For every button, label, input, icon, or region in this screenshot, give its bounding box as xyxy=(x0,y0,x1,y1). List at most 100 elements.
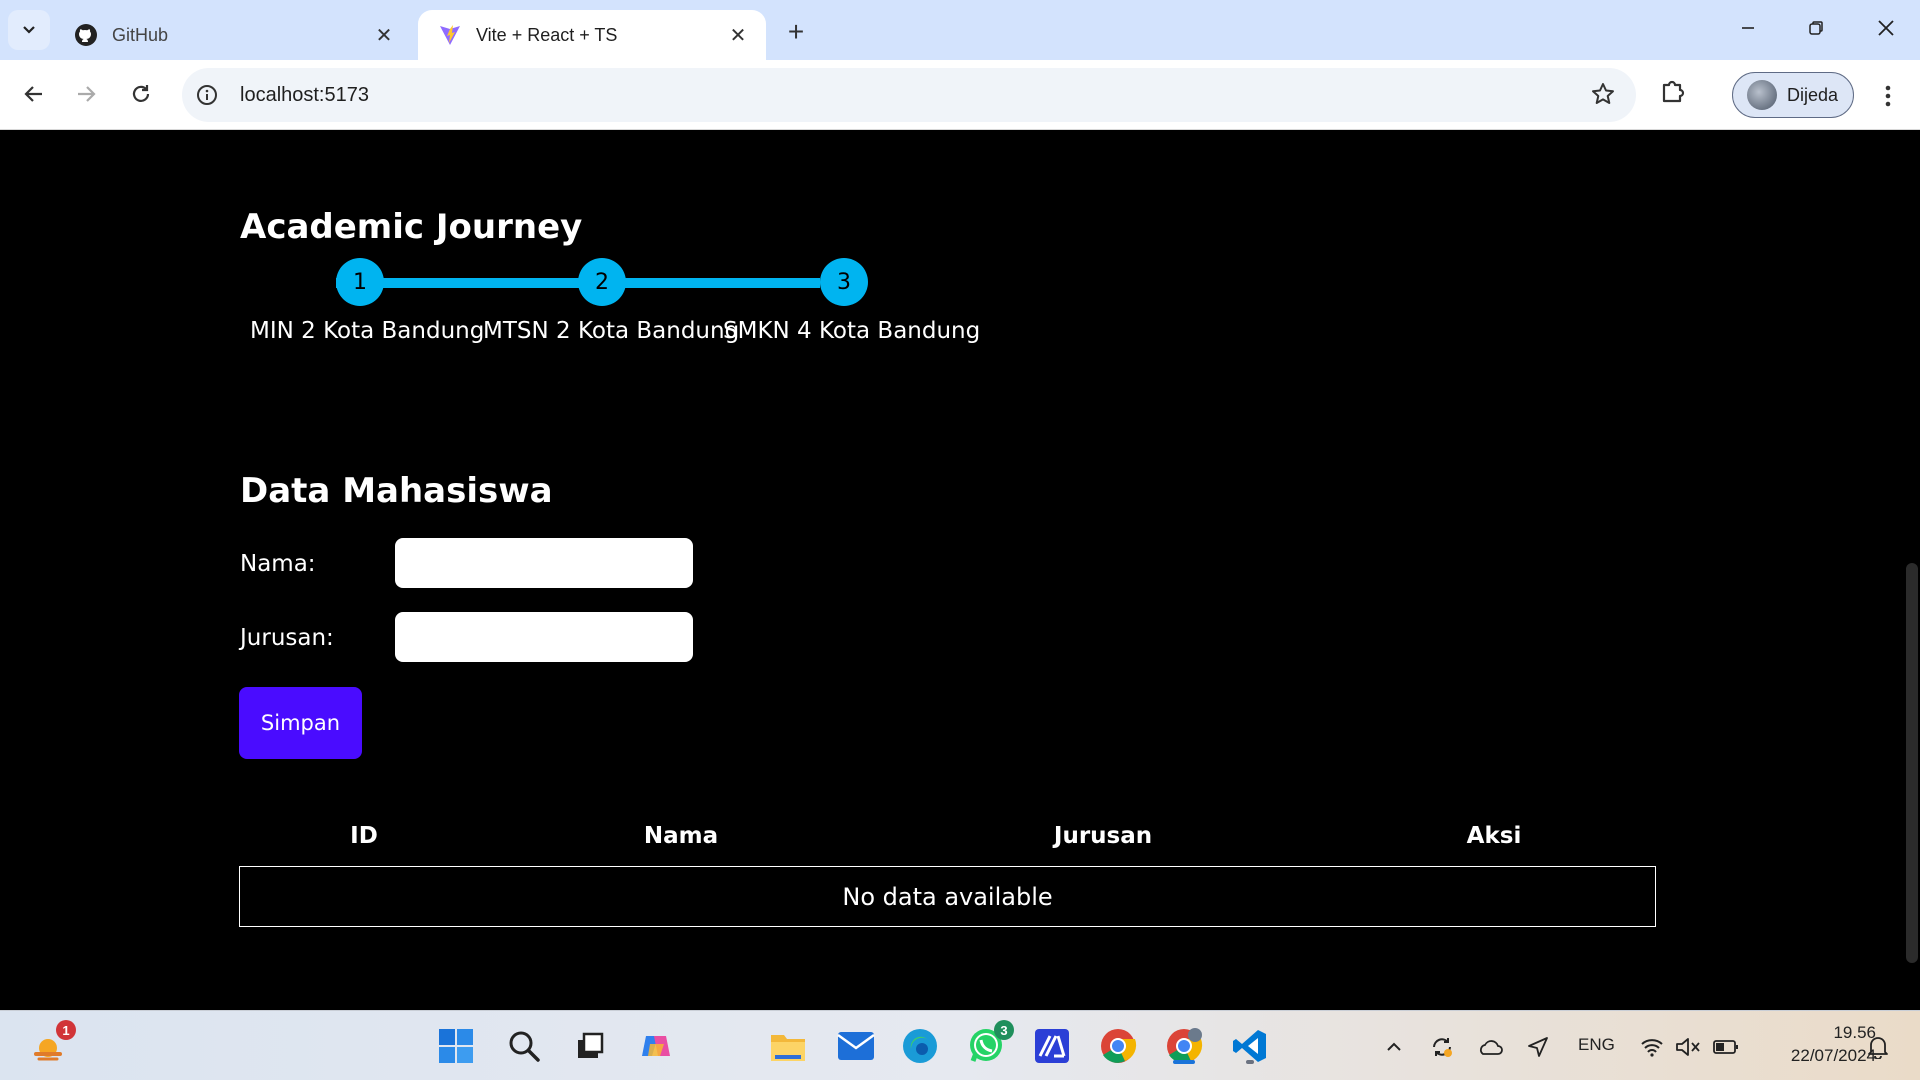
timeline-label-1: MIN 2 Kota Bandung xyxy=(250,318,485,344)
onedrive-tray-icon[interactable] xyxy=(1476,1033,1504,1061)
close-icon[interactable]: ✕ xyxy=(726,23,750,47)
reload-button[interactable] xyxy=(121,74,161,114)
task-view-button[interactable] xyxy=(568,1024,612,1068)
ai-app-button[interactable] xyxy=(1030,1024,1074,1068)
page-content: Academic Journey 1 2 3 MIN 2 Kota Bandun… xyxy=(0,131,1920,1009)
star-icon[interactable] xyxy=(1590,81,1616,112)
chrome-profile-button[interactable] xyxy=(1162,1024,1206,1068)
ai-app-icon xyxy=(1035,1029,1069,1063)
vscode-button[interactable] xyxy=(1228,1024,1272,1068)
whatsapp-button[interactable]: 3 xyxy=(964,1020,1014,1068)
journey-title: Academic Journey xyxy=(240,207,583,247)
arrow-right-icon xyxy=(78,86,96,102)
avatar xyxy=(1747,80,1777,110)
tab-strip: GitHub ✕ Vite + React + TS ✕ + xyxy=(0,0,1920,60)
minimize-button[interactable] xyxy=(1720,6,1776,50)
scrollbar[interactable] xyxy=(1904,131,1920,1009)
copilot-button[interactable] xyxy=(634,1024,678,1068)
windows-taskbar: 1 3 ENG 19.56 22/07/2024 xyxy=(0,1010,1920,1080)
system-clock[interactable]: 19.56 22/07/2024 xyxy=(1752,1021,1876,1067)
mail-button[interactable] xyxy=(834,1024,878,1068)
timeline-step-1: 1 xyxy=(336,258,384,306)
battery-icon xyxy=(1713,1040,1738,1054)
location-arrow-icon xyxy=(1528,1037,1548,1057)
tab-github[interactable]: GitHub ✕ xyxy=(54,10,412,60)
language-indicator[interactable]: ENG xyxy=(1578,1035,1615,1055)
windows-icon xyxy=(439,1029,473,1063)
plus-icon: + xyxy=(787,16,805,47)
search-button[interactable] xyxy=(502,1024,546,1068)
minimize-icon xyxy=(1742,27,1754,29)
form-title: Data Mahasiswa xyxy=(240,471,553,511)
volume-muted-icon xyxy=(1676,1038,1700,1056)
weather-widget[interactable]: 1 xyxy=(26,1020,76,1068)
volume-tray-icon[interactable] xyxy=(1674,1033,1702,1061)
browser-menu-button[interactable] xyxy=(1872,78,1904,114)
back-button[interactable] xyxy=(14,74,54,114)
tab-search-button[interactable] xyxy=(8,10,50,50)
browser-toolbar: localhost:5173 Dijeda xyxy=(0,60,1920,130)
show-hidden-icons-button[interactable] xyxy=(1380,1033,1408,1061)
restore-icon xyxy=(1809,21,1823,35)
file-explorer-button[interactable] xyxy=(766,1024,810,1068)
notification-badge: 3 xyxy=(994,1020,1014,1040)
new-tab-button[interactable]: + xyxy=(778,14,814,50)
extensions-button[interactable] xyxy=(1658,76,1688,111)
clock-time: 19.56 xyxy=(1833,1023,1876,1042)
timeline-label-3: SMKN 4 Kota Bandung xyxy=(723,318,981,344)
close-icon xyxy=(1878,20,1894,36)
chevron-up-icon xyxy=(1387,1042,1401,1051)
location-tray-icon[interactable] xyxy=(1524,1033,1552,1061)
mail-icon xyxy=(837,1032,875,1060)
notifications-button[interactable] xyxy=(1864,1033,1892,1061)
empty-table-row: No data available xyxy=(239,866,1656,927)
copilot-icon xyxy=(642,1036,670,1056)
vscode-icon xyxy=(1233,1030,1266,1062)
tab-title: GitHub xyxy=(112,24,169,45)
task-view-icon xyxy=(578,1032,604,1058)
start-button[interactable] xyxy=(434,1024,478,1068)
info-icon[interactable] xyxy=(194,82,220,108)
tab-vite[interactable]: Vite + React + TS ✕ xyxy=(418,10,766,60)
nama-label: Nama: xyxy=(240,551,316,577)
chevron-down-icon xyxy=(23,26,35,34)
column-header-jurusan: Jurusan xyxy=(1053,823,1153,849)
timeline-step-3: 3 xyxy=(820,258,868,306)
folder-icon xyxy=(771,1035,805,1061)
save-button[interactable]: Simpan xyxy=(239,687,362,759)
timeline-label-2: MTSN 2 Kota Bandung xyxy=(483,318,740,344)
battery-tray-icon[interactable] xyxy=(1712,1033,1740,1061)
search-icon xyxy=(509,1031,540,1062)
kebab-menu-icon xyxy=(1885,85,1891,107)
clock-date: 22/07/2024 xyxy=(1790,1046,1876,1065)
running-app-indicator xyxy=(1246,1060,1254,1064)
timeline-step-2: 2 xyxy=(578,258,626,306)
profile-button[interactable]: Dijeda xyxy=(1732,72,1854,118)
sync-tray-icon[interactable] xyxy=(1428,1033,1456,1061)
wifi-tray-icon[interactable] xyxy=(1638,1033,1666,1061)
vite-icon xyxy=(438,23,462,47)
chrome-button[interactable] xyxy=(1096,1024,1140,1068)
close-icon[interactable]: ✕ xyxy=(372,23,396,47)
reload-icon xyxy=(132,85,150,102)
url-text[interactable]: localhost:5173 xyxy=(240,84,369,107)
bell-icon xyxy=(1868,1037,1888,1059)
scrollbar-thumb[interactable] xyxy=(1906,563,1918,963)
column-header-nama: Nama xyxy=(643,823,719,849)
notification-badge: 1 xyxy=(56,1020,76,1040)
jurusan-input[interactable] xyxy=(395,612,693,662)
restore-button[interactable] xyxy=(1788,6,1844,50)
close-window-button[interactable] xyxy=(1858,6,1914,50)
puzzle-icon xyxy=(1662,80,1685,103)
address-bar[interactable]: localhost:5173 xyxy=(182,68,1636,122)
chrome-icon xyxy=(1101,1029,1137,1063)
wifi-icon xyxy=(1641,1039,1663,1057)
profile-name: Dijeda xyxy=(1787,84,1839,105)
arrow-left-icon xyxy=(24,86,42,102)
cloud-icon xyxy=(1480,1040,1503,1055)
nama-input[interactable] xyxy=(395,538,693,588)
edge-button[interactable] xyxy=(898,1024,942,1068)
column-header-id: ID xyxy=(350,823,378,849)
forward-button[interactable] xyxy=(66,74,106,114)
edge-icon xyxy=(903,1029,937,1063)
